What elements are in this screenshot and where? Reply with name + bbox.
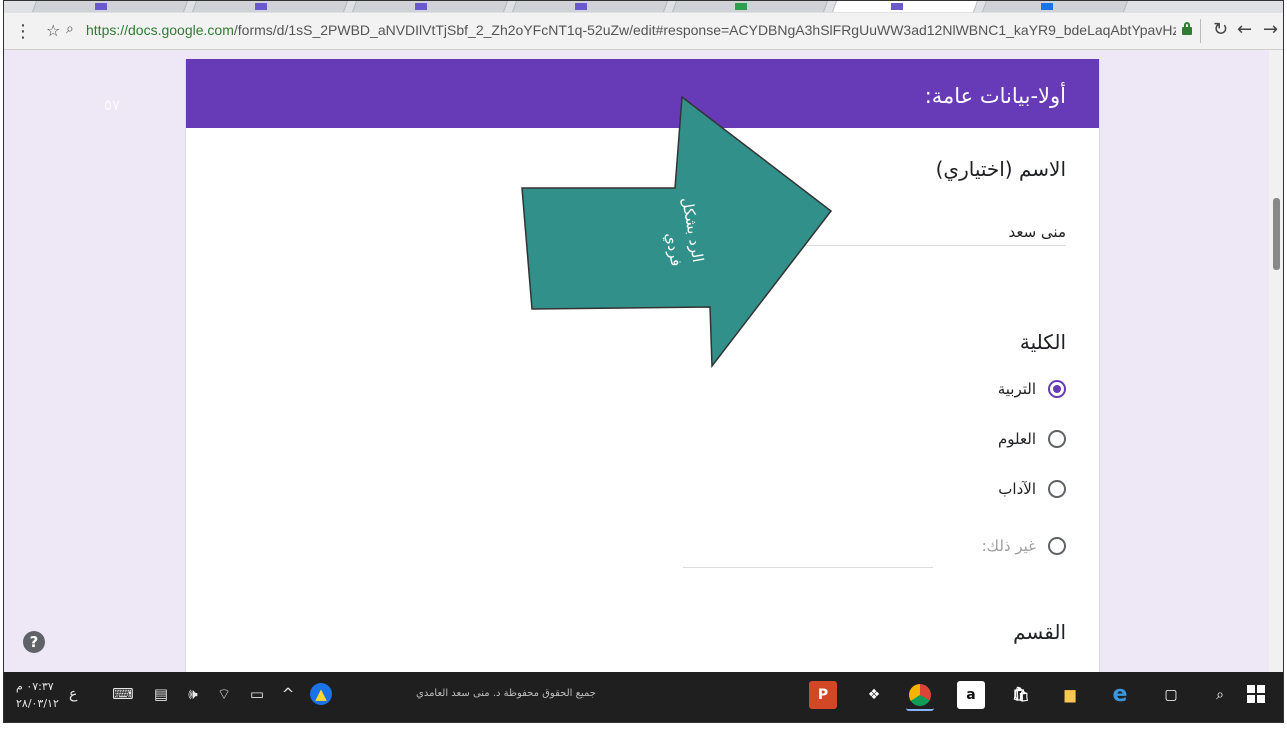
clock[interactable]: ٠٧:٣٧ م ٢٨/٠٣/١٢: [16, 678, 59, 712]
volume-icon[interactable]: 🕪: [182, 683, 204, 705]
keyboard-icon[interactable]: ⌨: [112, 683, 134, 705]
annotation-text: الرد بشكل فردي: [661, 196, 708, 268]
chevron-up-icon[interactable]: ^: [277, 683, 299, 705]
language-indicator[interactable]: ع: [69, 686, 77, 702]
windows-taskbar: ٠٧:٣٧ م ٢٨/٠٣/١٢ ع ⌨ ▤ 🕪 ⌔ ▭ ^ ▲ جميع ال…: [4, 672, 1283, 722]
footer-copyright: جميع الحقوق محفوظة د. منى سعد العامدي: [416, 688, 596, 699]
task-view-icon[interactable]: ▢: [1157, 681, 1185, 709]
edge-icon[interactable]: e: [1106, 681, 1134, 709]
dropbox-icon[interactable]: ❖: [860, 681, 888, 709]
powerpoint-icon[interactable]: P: [809, 681, 837, 709]
chrome-icon[interactable]: [906, 681, 934, 711]
screenshot-frame: ⋮ ☆ ⌕ https://docs.google.com/forms/d/1s…: [3, 0, 1284, 723]
windows-start-icon[interactable]: [1247, 685, 1265, 703]
search-icon[interactable]: ⌕: [1206, 681, 1234, 709]
battery-icon[interactable]: ▭: [246, 683, 268, 705]
notification-icon[interactable]: ▤: [150, 683, 172, 705]
warning-icon[interactable]: ▲: [310, 683, 332, 705]
wifi-icon[interactable]: ⌔: [213, 683, 235, 705]
clock-date: ٢٨/٠٣/١٢: [16, 697, 59, 710]
annotation-arrow: [521, 95, 833, 369]
file-explorer-icon[interactable]: ▆: [1056, 681, 1084, 709]
store-icon[interactable]: 🛍: [1007, 681, 1035, 709]
amazon-icon[interactable]: a: [957, 681, 985, 709]
clock-time: ٠٧:٣٧ م: [16, 680, 54, 693]
